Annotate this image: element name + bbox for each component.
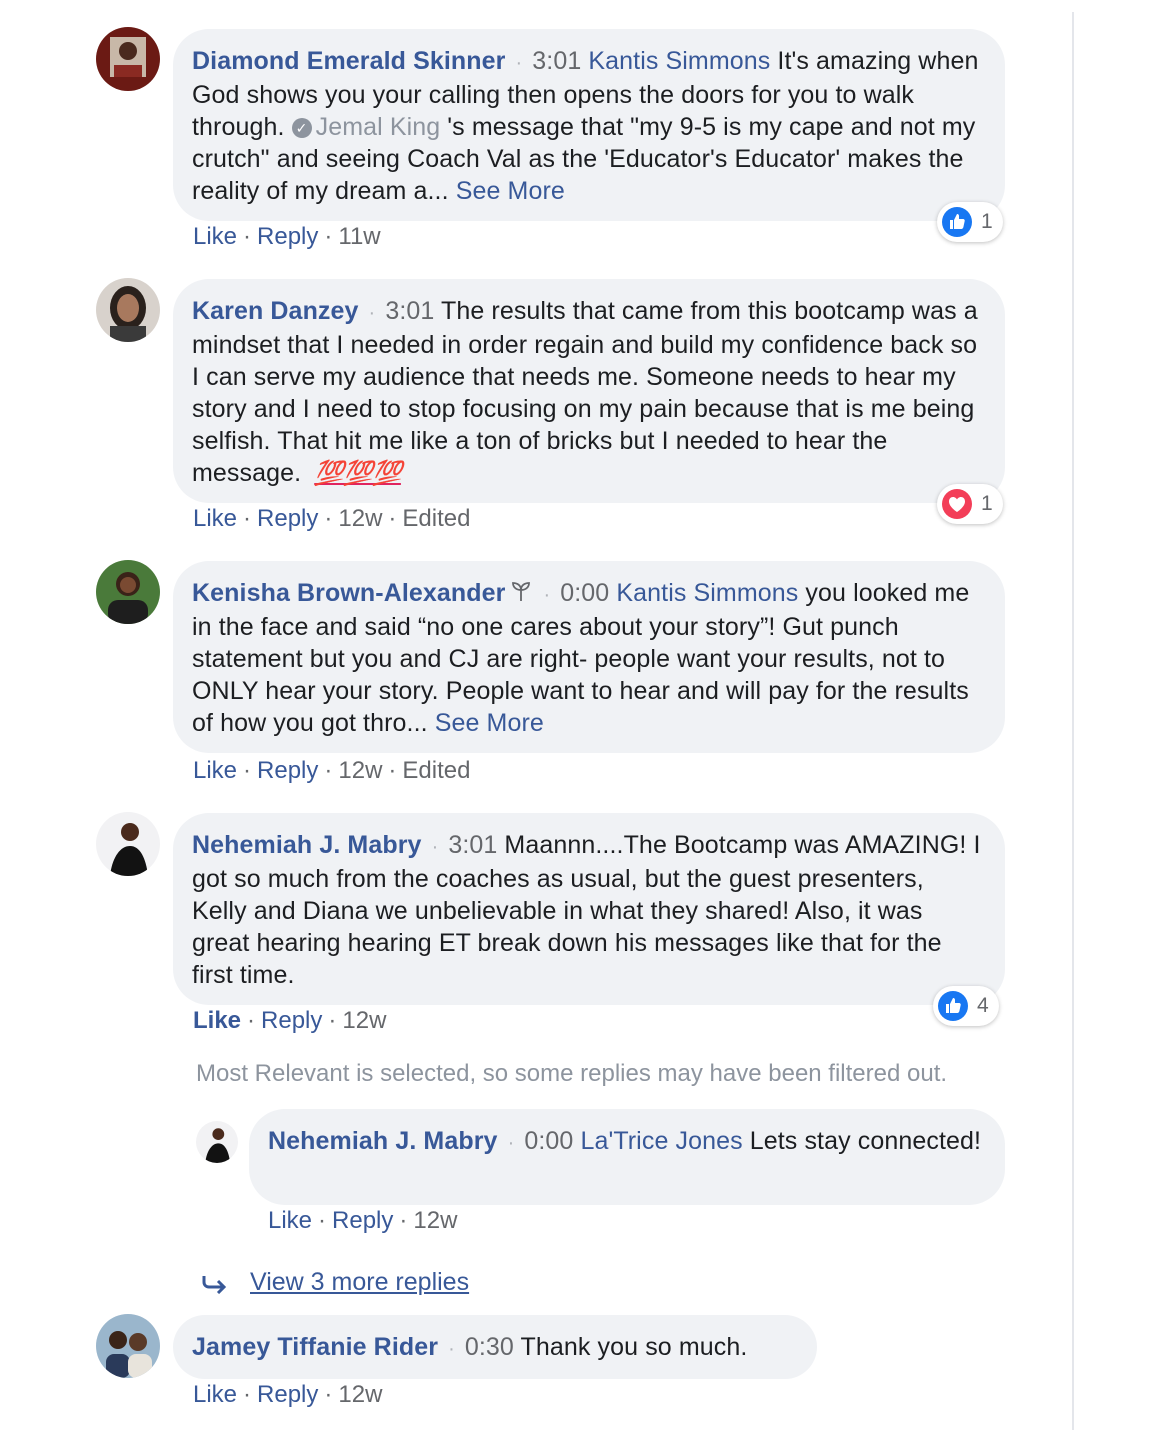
comment-bubble: Kenisha Brown-Alexander · 0:00 Kantis Simm…: [173, 561, 1005, 753]
video-timestamp[interactable]: 0:00: [560, 579, 609, 607]
separator-dot: ·: [243, 505, 252, 532]
comment-actions: Like · Reply · 12w · Edited: [193, 757, 470, 785]
separator-dot: ·: [324, 757, 333, 784]
separator-dot: ·: [507, 1132, 515, 1154]
reaction-count[interactable]: 1: [937, 484, 1003, 524]
like-reaction-icon: [942, 207, 972, 237]
comment-age[interactable]: 12w: [342, 1007, 386, 1034]
separator-dot: ·: [543, 584, 551, 606]
comment-age[interactable]: 12w: [338, 757, 382, 784]
comment-bubble: Jamey Tiffanie Rider · 0:30 Thank you so m…: [173, 1315, 817, 1379]
like-reaction-icon: [938, 991, 968, 1021]
comment-author[interactable]: Diamond Emerald Skinner: [192, 47, 506, 75]
separator-dot: ·: [243, 223, 252, 250]
separator-dot: ·: [388, 757, 397, 784]
comment-actions: Like · Reply · 12w: [193, 1381, 382, 1409]
separator-dot: ·: [328, 1007, 337, 1034]
edited-label[interactable]: Edited: [402, 505, 470, 532]
separator-dot: ·: [247, 1007, 256, 1034]
edited-label[interactable]: Edited: [402, 757, 470, 784]
like-button[interactable]: Like: [193, 1381, 237, 1408]
reaction-count[interactable]: 4: [933, 986, 999, 1026]
reply-actions: Like · Reply · 12w: [268, 1207, 457, 1235]
reply-button[interactable]: Reply: [257, 757, 318, 784]
view-more-replies-link[interactable]: View 3 more replies: [250, 1268, 469, 1296]
separator-dot: ·: [368, 302, 376, 324]
separator-dot: ·: [318, 1207, 327, 1234]
comment-bubble: Nehemiah J. Mabry · 3:01 Maannn....The Boo…: [173, 813, 1005, 1005]
comment-author[interactable]: Karen Danzey: [192, 297, 359, 325]
mention-link[interactable]: Kantis Simmons: [616, 579, 798, 607]
mention-link[interactable]: Kantis Simmons: [588, 47, 770, 75]
comment-text: Lets stay connected!: [742, 1127, 982, 1155]
comment-author[interactable]: Nehemiah J. Mabry: [192, 831, 422, 859]
comment-actions: Like · Reply · 12w · Edited: [193, 505, 470, 533]
like-button[interactable]: Like: [193, 505, 237, 532]
like-button[interactable]: Like: [268, 1207, 312, 1234]
comment-bubble: Diamond Emerald Skinner · 3:01 Kantis Simm…: [173, 29, 1005, 221]
avatar[interactable]: [196, 1121, 238, 1163]
reply-arrow-icon: [202, 1276, 227, 1295]
love-reaction-icon: [942, 489, 972, 519]
separator-dot: ·: [431, 836, 439, 858]
view-more-replies[interactable]: View 3 more replies: [200, 1268, 469, 1297]
like-button[interactable]: Like: [193, 223, 237, 250]
see-more-link[interactable]: See More: [435, 709, 544, 737]
comment-author[interactable]: Jamey Tiffanie Rider: [192, 1333, 438, 1361]
separator-dot: ·: [388, 505, 397, 532]
reaction-count-value: 4: [977, 994, 989, 1017]
separator-dot: ·: [448, 1338, 455, 1360]
reply-bubble: Nehemiah J. Mabry · 0:00 La'Trice Jones Le…: [249, 1109, 1005, 1205]
mention-link[interactable]: La'Trice Jones: [580, 1127, 742, 1155]
separator-dot: ·: [324, 1381, 333, 1408]
separator-dot: ·: [324, 223, 333, 250]
right-divider: [1072, 12, 1074, 1430]
video-timestamp[interactable]: 3:01: [448, 831, 497, 859]
comment-age[interactable]: 12w: [338, 505, 382, 532]
comment-age[interactable]: 12w: [413, 1207, 457, 1234]
comment-actions: Like · Reply · 12w: [193, 1007, 386, 1035]
like-button[interactable]: Like: [193, 757, 237, 784]
comment-author[interactable]: Nehemiah J. Mabry: [268, 1127, 498, 1155]
video-timestamp[interactable]: 0:30: [465, 1333, 514, 1361]
avatar[interactable]: [96, 278, 160, 342]
reply-button[interactable]: Reply: [257, 1381, 318, 1408]
verified-icon: ✓: [291, 118, 312, 138]
group-badge-icon[interactable]: [509, 579, 533, 603]
separator-dot: ·: [515, 52, 523, 74]
avatar[interactable]: [96, 27, 160, 91]
avatar[interactable]: [96, 560, 160, 624]
comment-text: The results that came from this bootcamp…: [192, 297, 978, 487]
reply-button[interactable]: Reply: [257, 505, 318, 532]
reaction-count-value: 1: [981, 210, 993, 233]
comment-age[interactable]: 12w: [338, 1381, 382, 1408]
reaction-count-value: 1: [981, 492, 993, 515]
separator-dot: ·: [243, 757, 252, 784]
comment-age[interactable]: 11w: [338, 223, 380, 250]
reply-button[interactable]: Reply: [257, 223, 318, 250]
comment-actions: Like · Reply · 11w: [193, 223, 381, 251]
comment-author[interactable]: Kenisha Brown-Alexander: [192, 579, 505, 607]
reply-button[interactable]: Reply: [261, 1007, 322, 1034]
video-timestamp[interactable]: 0:00: [524, 1127, 573, 1155]
video-timestamp[interactable]: 3:01: [385, 297, 434, 325]
reaction-count[interactable]: 1: [937, 202, 1003, 242]
mention-link[interactable]: Jemal King: [316, 113, 441, 141]
filter-notice: Most Relevant is selected, so some repli…: [196, 1060, 948, 1087]
avatar[interactable]: [96, 1314, 160, 1378]
separator-dot: ·: [399, 1207, 408, 1234]
separator-dot: ·: [324, 505, 333, 532]
hundred-points-emoji: 💯💯💯: [314, 460, 402, 487]
avatar[interactable]: [96, 812, 160, 876]
like-button-active[interactable]: Like: [193, 1007, 241, 1034]
reply-button[interactable]: Reply: [332, 1207, 393, 1234]
video-timestamp[interactable]: 3:01: [532, 47, 581, 75]
see-more-link[interactable]: See More: [456, 177, 565, 205]
comment-text: Thank you so much.: [513, 1333, 748, 1361]
separator-dot: ·: [243, 1381, 252, 1408]
comment-bubble: Karen Danzey · 3:01 The results that came …: [173, 279, 1005, 503]
